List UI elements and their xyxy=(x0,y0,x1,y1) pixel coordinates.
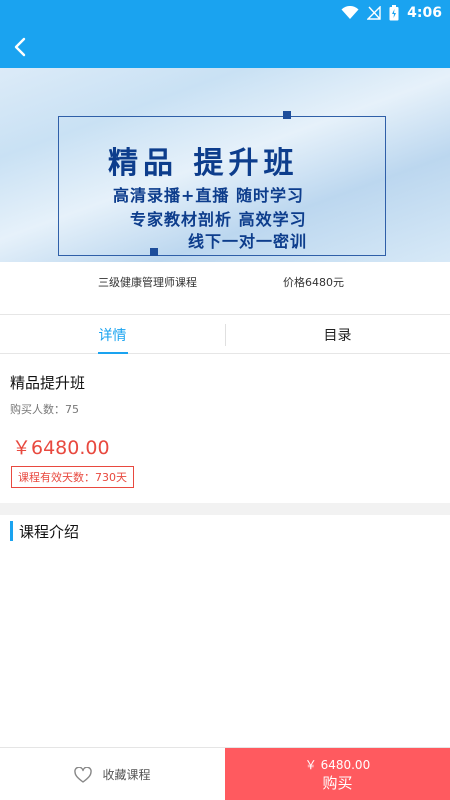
chevron-left-icon xyxy=(14,37,26,57)
battery-icon xyxy=(389,5,399,21)
bottom-bar: 收藏课程 ￥ 6480.00 购买 xyxy=(0,747,450,800)
section-title: 课程介绍 xyxy=(10,521,79,541)
banner-line: 线下一对一密训 xyxy=(188,232,308,251)
course-banner: 精品 提升班 高清录播+直播 随时学习 专家教材剖析 高效学习 线下一对一密训 xyxy=(0,68,450,262)
favorite-label: 收藏课程 xyxy=(102,768,151,782)
signal-icon xyxy=(367,6,381,20)
wifi-icon xyxy=(341,6,359,19)
course-price: 价格6480元 xyxy=(283,276,344,289)
app-bar xyxy=(0,26,450,68)
course-title: 精品提升班 xyxy=(10,374,86,392)
tab-bar: 详情 目录 xyxy=(0,314,450,354)
banner-line: 专家教材剖析 高效学习 xyxy=(130,210,307,229)
status-time: 4:06 xyxy=(407,5,442,21)
section-divider xyxy=(0,503,450,515)
course-name: 三级健康管理师课程 xyxy=(98,276,197,289)
back-button[interactable] xyxy=(6,33,34,61)
course-price-large: ￥6480.00 xyxy=(12,437,110,459)
tab-catalog[interactable]: 目录 xyxy=(225,315,450,355)
buy-label: 购买 xyxy=(322,773,353,792)
buyer-count: 购买人数：75 xyxy=(10,403,79,416)
tab-details[interactable]: 详情 xyxy=(0,315,225,355)
active-tab-indicator xyxy=(98,352,128,354)
banner-line: 高清录播+直播 随时学习 xyxy=(113,186,304,205)
heart-icon xyxy=(74,766,93,783)
course-info-row: 三级健康管理师课程 价格6480元 xyxy=(0,262,450,300)
validity-badge: 课程有效天数：730天 xyxy=(11,466,134,488)
favorite-button[interactable]: 收藏课程 xyxy=(0,748,225,800)
buy-price: ￥ 6480.00 xyxy=(304,757,371,772)
status-bar: 4:06 xyxy=(0,0,450,26)
buy-button[interactable]: ￥ 6480.00 购买 xyxy=(225,748,450,800)
banner-title: 精品 提升班 xyxy=(108,146,299,181)
